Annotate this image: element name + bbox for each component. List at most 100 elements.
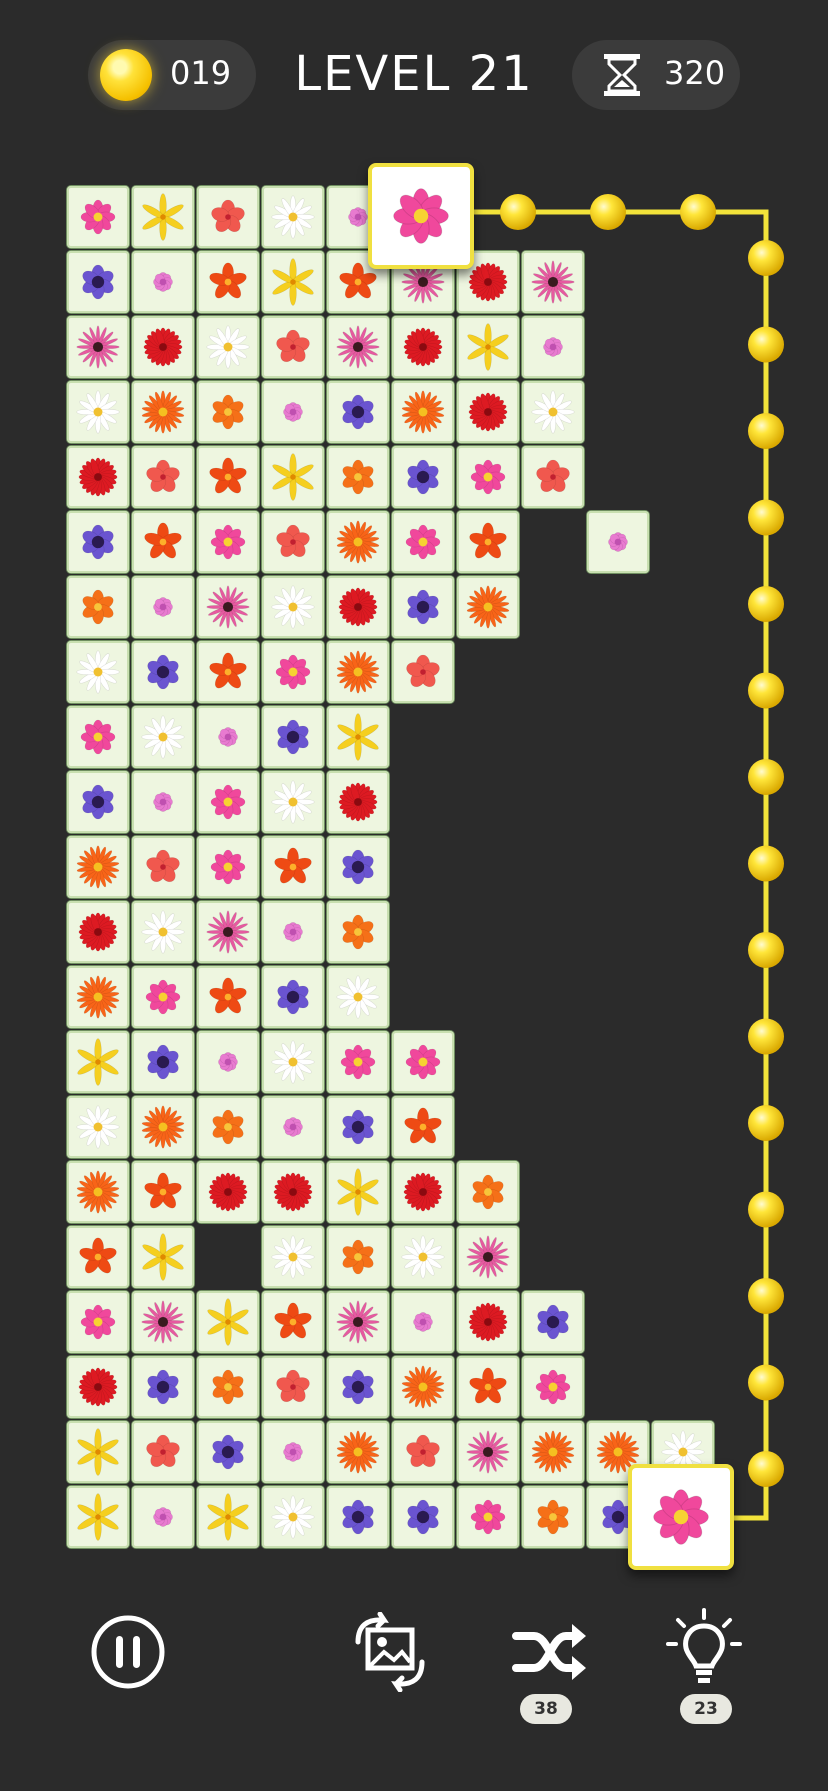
flower-tile-orange-gerbera[interactable] bbox=[67, 1161, 129, 1223]
flower-tile-yellow-lily[interactable] bbox=[262, 251, 324, 313]
flower-tile-white-daisy[interactable] bbox=[522, 381, 584, 443]
flower-tile-red-hibiscus[interactable] bbox=[132, 836, 194, 898]
flower-tile-pink-cosmos[interactable] bbox=[457, 446, 519, 508]
flower-tile-red-tulip[interactable] bbox=[197, 446, 259, 508]
flower-tile-pink-coneflower[interactable] bbox=[197, 576, 259, 638]
flower-tile-pink-cosmos[interactable] bbox=[197, 771, 259, 833]
flower-tile-pink-hydrangea[interactable] bbox=[197, 1031, 259, 1093]
shuffle-button[interactable] bbox=[510, 1612, 590, 1692]
flower-tile-red-zinnia[interactable] bbox=[67, 1356, 129, 1418]
flower-tile-orange-gerbera[interactable] bbox=[392, 1356, 454, 1418]
flower-tile-yellow-lily[interactable] bbox=[197, 1291, 259, 1353]
flower-tile-red-tulip[interactable] bbox=[197, 251, 259, 313]
flower-tile-purple-anemone[interactable] bbox=[327, 381, 389, 443]
flower-tile-yellow-lily[interactable] bbox=[67, 1031, 129, 1093]
flower-tile-white-daisy[interactable] bbox=[132, 901, 194, 963]
flower-tile-orange-azalea[interactable] bbox=[327, 446, 389, 508]
flower-tile-red-hibiscus[interactable] bbox=[262, 316, 324, 378]
flower-tile-pink-cosmos[interactable] bbox=[67, 186, 129, 248]
flower-tile-pink-hydrangea[interactable] bbox=[132, 1486, 194, 1548]
flower-tile-pink-hydrangea[interactable] bbox=[262, 901, 324, 963]
flower-tile-orange-gerbera[interactable] bbox=[392, 381, 454, 443]
flower-tile-orange-gerbera[interactable] bbox=[132, 381, 194, 443]
flower-tile-red-hibiscus[interactable] bbox=[197, 186, 259, 248]
flower-tile-red-hibiscus[interactable] bbox=[392, 1421, 454, 1483]
flower-tile-red-hibiscus[interactable] bbox=[262, 1356, 324, 1418]
flower-tile-purple-anemone[interactable] bbox=[327, 1356, 389, 1418]
flower-tile-yellow-lily[interactable] bbox=[132, 1226, 194, 1288]
flower-tile-purple-anemone[interactable] bbox=[67, 771, 129, 833]
flower-tile-white-daisy[interactable] bbox=[262, 186, 324, 248]
flower-tile-pink-cosmos[interactable] bbox=[392, 1031, 454, 1093]
flower-tile-pink-hydrangea[interactable] bbox=[262, 381, 324, 443]
flower-tile-purple-anemone[interactable] bbox=[327, 1486, 389, 1548]
flower-tile-red-zinnia[interactable] bbox=[67, 446, 129, 508]
flower-tile-purple-anemone[interactable] bbox=[197, 1421, 259, 1483]
flower-tile-white-daisy[interactable] bbox=[262, 1226, 324, 1288]
flower-tile-pink-cosmos[interactable] bbox=[262, 641, 324, 703]
flower-tile-yellow-lily[interactable] bbox=[262, 446, 324, 508]
flower-tile-red-zinnia[interactable] bbox=[262, 1161, 324, 1223]
flower-tile-orange-azalea[interactable] bbox=[327, 901, 389, 963]
flower-tile-red-hibiscus[interactable] bbox=[132, 1421, 194, 1483]
flower-tile-purple-anemone[interactable] bbox=[327, 836, 389, 898]
flower-tile-purple-anemone[interactable] bbox=[132, 1356, 194, 1418]
flower-tile-purple-anemone[interactable] bbox=[262, 966, 324, 1028]
flower-tile-orange-gerbera[interactable] bbox=[67, 966, 129, 1028]
flower-tile-pink-hydrangea[interactable] bbox=[587, 511, 649, 573]
flower-tile-purple-anemone[interactable] bbox=[262, 706, 324, 768]
flower-tile-orange-azalea[interactable] bbox=[522, 1486, 584, 1548]
flower-tile-white-daisy[interactable] bbox=[67, 641, 129, 703]
flower-tile-red-tulip[interactable] bbox=[132, 511, 194, 573]
flower-tile-purple-anemone[interactable] bbox=[522, 1291, 584, 1353]
flower-tile-pink-hydrangea[interactable] bbox=[132, 576, 194, 638]
flower-tile-yellow-lily[interactable] bbox=[67, 1421, 129, 1483]
selected-tile-start[interactable] bbox=[368, 163, 474, 269]
swap-theme-button[interactable] bbox=[350, 1612, 430, 1692]
flower-tile-white-daisy[interactable] bbox=[67, 1096, 129, 1158]
flower-tile-purple-anemone[interactable] bbox=[67, 251, 129, 313]
flower-tile-purple-anemone[interactable] bbox=[132, 1031, 194, 1093]
flower-tile-purple-anemone[interactable] bbox=[392, 576, 454, 638]
flower-tile-white-daisy[interactable] bbox=[67, 381, 129, 443]
flower-tile-red-zinnia[interactable] bbox=[392, 1161, 454, 1223]
pause-button[interactable] bbox=[88, 1612, 168, 1692]
flower-tile-orange-gerbera[interactable] bbox=[327, 641, 389, 703]
flower-tile-red-hibiscus[interactable] bbox=[262, 511, 324, 573]
flower-tile-purple-anemone[interactable] bbox=[132, 641, 194, 703]
flower-tile-red-tulip[interactable] bbox=[262, 1291, 324, 1353]
flower-tile-red-tulip[interactable] bbox=[457, 511, 519, 573]
flower-tile-red-tulip[interactable] bbox=[67, 1226, 129, 1288]
flower-tile-orange-azalea[interactable] bbox=[327, 1226, 389, 1288]
flower-tile-red-zinnia[interactable] bbox=[457, 1291, 519, 1353]
flower-tile-red-hibiscus[interactable] bbox=[132, 446, 194, 508]
flower-tile-pink-cosmos[interactable] bbox=[457, 1486, 519, 1548]
flower-tile-white-daisy[interactable] bbox=[262, 1486, 324, 1548]
hint-button[interactable] bbox=[664, 1608, 744, 1688]
flower-tile-yellow-lily[interactable] bbox=[457, 316, 519, 378]
flower-tile-red-hibiscus[interactable] bbox=[522, 446, 584, 508]
flower-tile-pink-coneflower[interactable] bbox=[67, 316, 129, 378]
selected-tile-end[interactable] bbox=[628, 1464, 734, 1570]
flower-tile-pink-coneflower[interactable] bbox=[457, 1226, 519, 1288]
flower-tile-yellow-lily[interactable] bbox=[132, 186, 194, 248]
flower-tile-red-hibiscus[interactable] bbox=[392, 641, 454, 703]
flower-tile-red-zinnia[interactable] bbox=[197, 1161, 259, 1223]
flower-tile-purple-anemone[interactable] bbox=[392, 446, 454, 508]
flower-tile-red-tulip[interactable] bbox=[392, 1096, 454, 1158]
flower-tile-red-zinnia[interactable] bbox=[67, 901, 129, 963]
flower-tile-orange-gerbera[interactable] bbox=[522, 1421, 584, 1483]
flower-tile-white-daisy[interactable] bbox=[262, 576, 324, 638]
flower-tile-red-tulip[interactable] bbox=[132, 1161, 194, 1223]
flower-tile-yellow-lily[interactable] bbox=[327, 1161, 389, 1223]
flower-tile-orange-azalea[interactable] bbox=[197, 1356, 259, 1418]
flower-tile-red-zinnia[interactable] bbox=[327, 771, 389, 833]
flower-tile-red-zinnia[interactable] bbox=[327, 576, 389, 638]
flower-tile-orange-azalea[interactable] bbox=[457, 1161, 519, 1223]
flower-tile-pink-hydrangea[interactable] bbox=[197, 706, 259, 768]
flower-tile-white-daisy[interactable] bbox=[132, 706, 194, 768]
flower-tile-yellow-lily[interactable] bbox=[327, 706, 389, 768]
flower-tile-pink-cosmos[interactable] bbox=[67, 706, 129, 768]
flower-tile-red-zinnia[interactable] bbox=[392, 316, 454, 378]
flower-tile-pink-hydrangea[interactable] bbox=[262, 1421, 324, 1483]
